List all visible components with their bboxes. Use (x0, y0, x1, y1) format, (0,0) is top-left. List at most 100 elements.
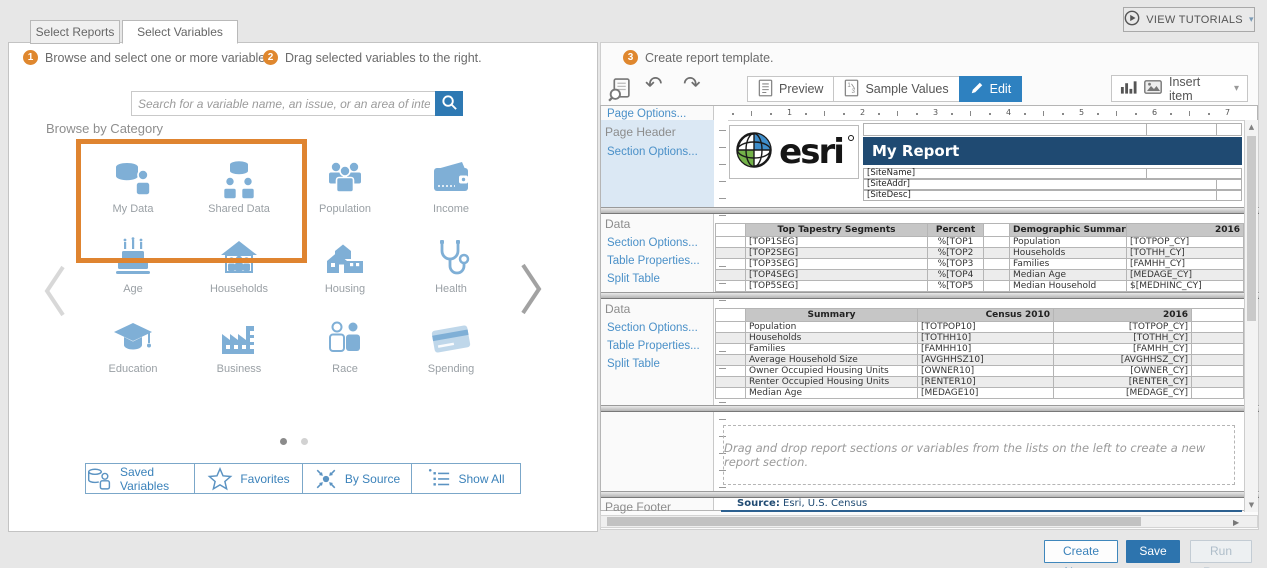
site-desc-field[interactable]: [SiteDesc] (863, 190, 1242, 201)
table-row: [TOP3SEG] %[TOP3 Families [FAMHH_CY] (715, 258, 1244, 270)
site-name-field[interactable]: [SiteName] (863, 168, 1242, 179)
insert-item-dropdown[interactable]: Insert item ▾ (1111, 75, 1248, 103)
site-addr-field[interactable]: [SiteAddr] (863, 179, 1242, 190)
report-page-content: esri My Report [SiteName] [SiteAddr] [Si… (715, 106, 1244, 510)
editor-sidebar: Page Options... Page Header Section Opti… (601, 106, 714, 514)
search-button[interactable] (435, 91, 463, 116)
table-cell: [FAMHH_CY] (1053, 343, 1192, 355)
category-health[interactable]: Health (398, 221, 504, 301)
horizontal-scrollbar[interactable]: ▶ (600, 515, 1258, 528)
table-properties--link[interactable]: Table Properties... (607, 255, 700, 267)
sample-values-label: Sample Values (865, 82, 949, 96)
by-source-button[interactable]: By Source (302, 463, 412, 494)
create-new-button[interactable]: Create New... (1044, 540, 1118, 568)
horizontal-scroll-thumb[interactable] (607, 517, 1141, 526)
scroll-down-icon[interactable]: ▼ (1245, 501, 1258, 509)
undo-icon[interactable]: ↶ (645, 74, 663, 95)
category-education[interactable]: Education (80, 301, 186, 381)
table-row: [TOP2SEG] %[TOP2 Households [TOTHH_CY] (715, 247, 1244, 259)
category-label: Business (216, 363, 262, 375)
category-label: Shared Data (208, 203, 270, 215)
vertical-scrollbar[interactable]: ▲ ▼ (1244, 120, 1258, 512)
table-cell (983, 269, 1010, 281)
pager-dot-inactive[interactable] (301, 438, 308, 445)
my-data-icon (111, 157, 155, 201)
table-row: [TOP4SEG] %[TOP4 Median Age [MEDAGE_CY] (715, 269, 1244, 281)
carousel-right-arrow[interactable] (517, 259, 547, 324)
table-cell: Median Household (1009, 280, 1127, 292)
sample-values-button[interactable]: 13 Sample Values (833, 76, 960, 102)
svg-text:3: 3 (852, 87, 856, 94)
edit-button[interactable]: Edit (958, 76, 1023, 102)
report-title-bar[interactable]: My Report (863, 137, 1242, 165)
chevron-down-icon: ▾ (1248, 14, 1254, 24)
tab-select-variables[interactable]: Select Variables (122, 20, 238, 44)
section-options-link[interactable]: Section Options... (607, 146, 698, 158)
scroll-right-icon[interactable]: ▶ (1233, 518, 1239, 527)
table-cell: [TOTHH_CY] (1053, 332, 1192, 344)
column-header: Percent (927, 223, 984, 237)
health-icon (429, 237, 473, 281)
category-race[interactable]: Race (292, 301, 398, 381)
category-grid: My Data Shared Data Population Income Age Hou… (80, 141, 504, 381)
page-options-link[interactable]: Page Options... (607, 108, 686, 120)
report-editor: Page Options... Page Header Section Opti… (600, 105, 1259, 514)
table-properties--link[interactable]: Table Properties... (607, 340, 700, 352)
preview-button[interactable]: Preview (747, 76, 835, 102)
show-all-button[interactable]: Show All (411, 463, 521, 494)
pager-dot-active[interactable] (280, 438, 287, 445)
summary-census-table[interactable]: Summary Census 2010 2016 Population [TOTPOP1… (715, 308, 1244, 399)
table-cell: [TOTPOP10] (917, 321, 1054, 333)
save-button[interactable]: Save (1126, 540, 1180, 563)
section-separator[interactable] (601, 207, 1259, 214)
category-age[interactable]: Age (80, 221, 186, 301)
section-options--link[interactable]: Section Options... (607, 322, 698, 334)
run-report-button[interactable]: Run Report (1190, 540, 1252, 568)
section-separator[interactable] (601, 292, 1259, 299)
category-my-data[interactable]: My Data (80, 141, 186, 221)
vertical-scroll-thumb[interactable] (1247, 136, 1256, 321)
header-cells-row (863, 123, 1242, 136)
document-values-icon: 13 (844, 79, 859, 100)
tab-select-reports[interactable]: Select Reports (30, 20, 120, 44)
scroll-up-icon[interactable]: ▲ (1245, 123, 1258, 131)
redo-icon[interactable]: ↷ (683, 74, 701, 95)
tapestry-demographic-table[interactable]: Top Tapestry Segments Percent Demographic … (715, 223, 1244, 292)
split-table-link[interactable]: Split Table (607, 273, 660, 285)
favorites-button[interactable]: Favorites (194, 463, 303, 494)
table-cell: %[TOP2 (927, 247, 984, 259)
data-section-label: Data (605, 217, 631, 231)
table-cell: [MEDAGE_CY] (1126, 269, 1244, 281)
category-population[interactable]: Population (292, 141, 398, 221)
table-cell (1191, 354, 1244, 366)
saved-variables-button[interactable]: Saved Variables (85, 463, 195, 494)
button-label: By Source (344, 471, 401, 486)
search-document-icon[interactable] (607, 77, 632, 107)
table-cell (715, 354, 746, 366)
column-header: Top Tapestry Segments (745, 223, 928, 237)
step-3-badge: 3 (623, 50, 638, 65)
category-label: Race (332, 363, 358, 375)
category-business[interactable]: Business (186, 301, 292, 381)
category-spending[interactable]: Spending (398, 301, 504, 381)
carousel-left-arrow[interactable] (39, 261, 69, 326)
category-shared-data[interactable]: Shared Data (186, 141, 292, 221)
source-text: Esri, U.S. Census (783, 498, 868, 509)
table-cell: Population (1009, 236, 1127, 248)
split-table-link[interactable]: Split Table (607, 358, 660, 370)
category-income[interactable]: Income (398, 141, 504, 221)
table-row: Population [TOTPOP10] [TOTPOP_CY] (715, 321, 1244, 333)
page-footer-content[interactable]: Source: Esri, U.S. Census (721, 498, 1242, 512)
report-dropzone[interactable]: Drag and drop report sections or variabl… (723, 425, 1235, 485)
category-housing[interactable]: Housing (292, 221, 398, 301)
section-separator[interactable] (601, 405, 1259, 412)
table-cell: [TOP1SEG] (745, 236, 928, 248)
variable-search-input[interactable] (131, 91, 437, 116)
table-cell: Average Household Size (745, 354, 918, 366)
table-cell: [RENTER_CY] (1053, 376, 1192, 388)
section-options--link[interactable]: Section Options... (607, 237, 698, 249)
table-cell: Renter Occupied Housing Units (745, 376, 918, 388)
view-tutorials-button[interactable]: VIEW TUTORIALS ▾ (1123, 7, 1255, 32)
category-households[interactable]: Households (186, 221, 292, 301)
section-separator[interactable] (601, 491, 1259, 498)
